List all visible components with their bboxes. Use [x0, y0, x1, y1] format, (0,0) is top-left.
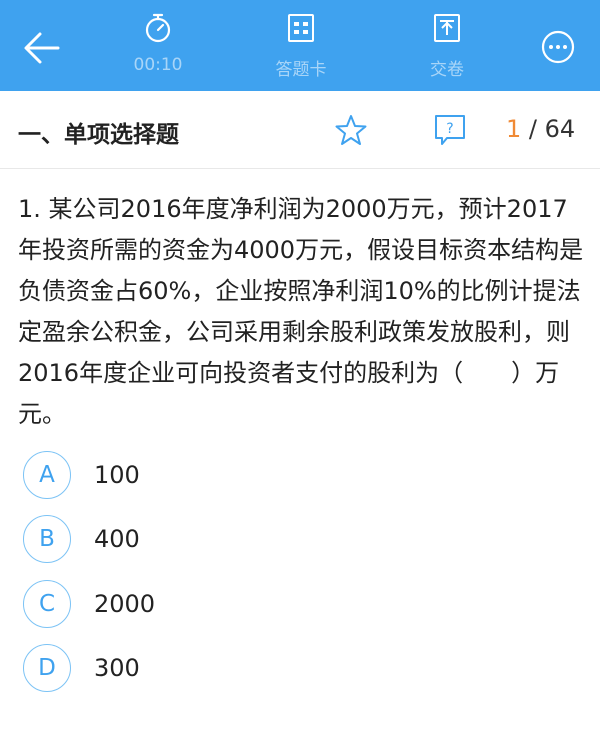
option-letter-circle[interactable]: C [23, 580, 71, 628]
question-text: 1. 某公司2016年度净利润为2000万元，预计2017年投资所需的资金为40… [18, 195, 584, 428]
section-title: 一、单项选择题 [18, 122, 179, 148]
option-letter-circle[interactable]: B [23, 515, 71, 563]
option-d[interactable]: D 300 [23, 644, 523, 694]
option-text: 300 [94, 654, 140, 682]
progress-separator: / [521, 115, 545, 143]
option-c[interactable]: C 2000 [23, 580, 523, 630]
progress-current: 1 [506, 115, 522, 143]
answer-card-button[interactable]: 答题卡 [256, 12, 346, 80]
question-progress: 1 / 64 [506, 115, 575, 143]
submit-label: 交卷 [430, 60, 464, 80]
timer-button[interactable]: 00:10 [113, 12, 203, 75]
svg-text:?: ? [446, 121, 453, 137]
star-icon[interactable] [334, 113, 368, 147]
submit-icon [434, 14, 460, 42]
option-text: 400 [94, 525, 140, 553]
answer-card-label: 答题卡 [275, 60, 327, 80]
progress-total: 64 [544, 115, 576, 143]
option-letter-circle[interactable]: D [23, 644, 71, 692]
stopwatch-icon [145, 13, 171, 43]
answer-card-icon [288, 14, 314, 42]
submit-button[interactable]: 交卷 [402, 12, 492, 80]
timer-label: 00:10 [133, 55, 183, 75]
option-text: 2000 [94, 590, 156, 618]
option-b[interactable]: B 400 [23, 515, 523, 565]
section-header: 一、单项选择题 ? 1 / 64 [0, 91, 600, 169]
top-app-bar: 00:10 答题卡 交卷 [0, 0, 600, 91]
more-icon[interactable] [540, 29, 576, 65]
option-a[interactable]: A 100 [23, 451, 523, 501]
question-bubble-icon[interactable]: ? [433, 113, 467, 147]
option-text: 100 [94, 461, 140, 489]
option-letter-circle[interactable]: A [23, 451, 71, 499]
back-arrow-icon[interactable] [22, 28, 62, 68]
